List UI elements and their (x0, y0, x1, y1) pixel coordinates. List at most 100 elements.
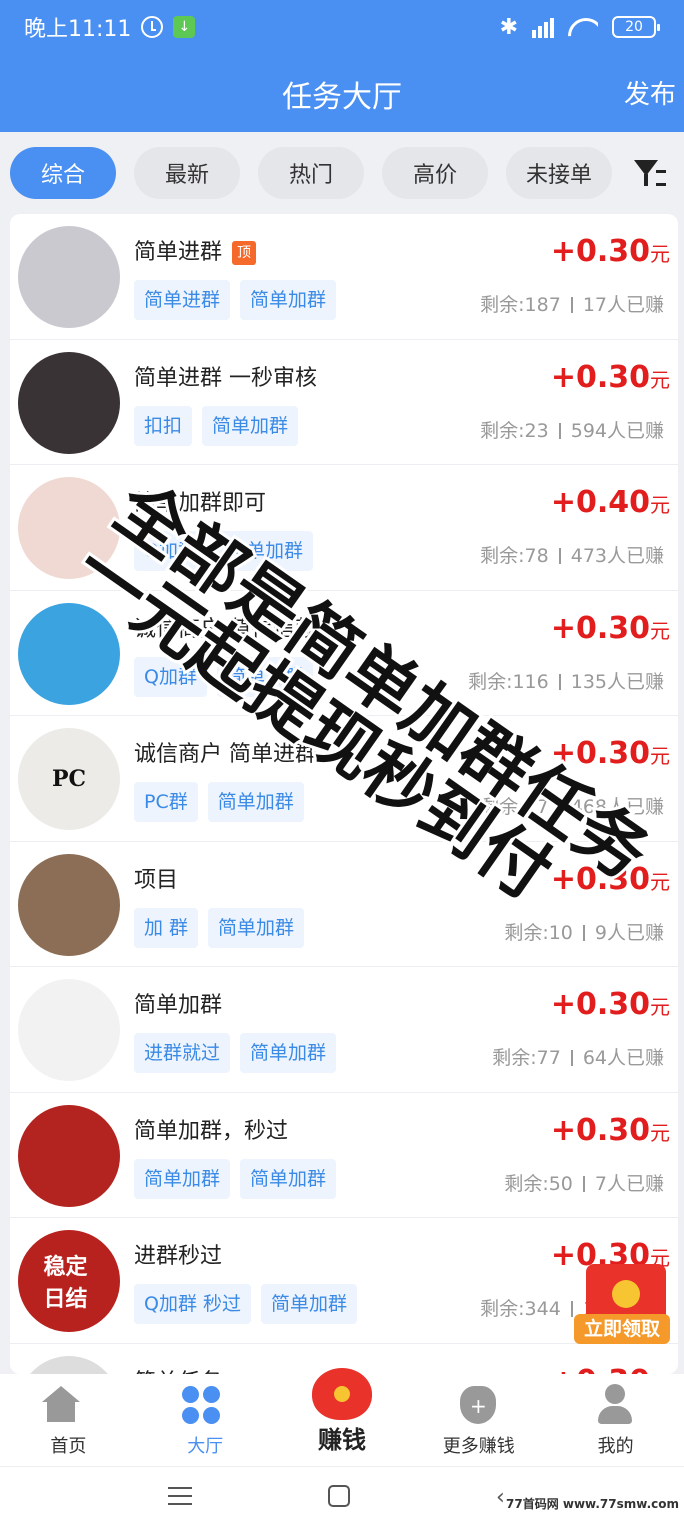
filter-chip-high-price[interactable]: 高价 (382, 147, 488, 199)
price-value: +0.30 (550, 234, 650, 269)
filter-chip-untaken[interactable]: 未接单 (506, 147, 612, 199)
stats-divider (558, 673, 561, 690)
earned-count: 17人已赚 (582, 294, 664, 316)
avatar (18, 351, 120, 454)
home-icon (42, 1386, 80, 1422)
task-tags: Q加群 简单加群 (134, 531, 313, 571)
task-title: 简单任务 (134, 1364, 222, 1375)
task-row[interactable]: 简单进群顶 +0.30元 简单进群 简单加群 剩余:187 17人已赚 (10, 214, 678, 340)
nav-earn[interactable]: 赚钱 (274, 1368, 411, 1466)
task-tag: Q加群 (134, 531, 207, 571)
remaining-count: 剩余:23 (480, 419, 549, 442)
avatar (18, 477, 120, 579)
price-unit: 元 (650, 242, 670, 266)
task-tag: 简单加群 (207, 782, 304, 822)
task-title: 进群秒过 (134, 1238, 222, 1270)
task-title-text: 进群秒过 (134, 1244, 223, 1269)
menu-icon[interactable] (168, 1487, 192, 1505)
bluetooth-icon: ✱ (499, 14, 518, 40)
earned-count: 7人已赚 (594, 1172, 664, 1195)
task-row[interactable]: 诚信商户 值得信赖 +0.30元 Q加群 简单加群 剩余:116 135人已赚 (10, 591, 678, 716)
task-stats: 剩余:77 468人已赚 (480, 792, 664, 819)
filter-chip-comprehensive[interactable]: 综合 (10, 147, 116, 199)
stats-divider (570, 1301, 573, 1317)
task-list: 简单进群顶 +0.30元 简单进群 简单加群 剩余:187 17人已赚 简单进群 一秒审核 +… (10, 214, 678, 1374)
task-stats: 剩余:78 473人已赚 (480, 541, 664, 568)
task-price: +0.30元 (551, 1113, 670, 1148)
filter-chip-latest[interactable]: 最新 (134, 147, 240, 199)
task-title: 简单加群，秒过 (134, 1113, 288, 1145)
signal-icon (532, 16, 554, 38)
nav-earn-label: 赚钱 (317, 1426, 366, 1454)
task-tags: 进群就过 简单加群 (134, 1033, 337, 1073)
filter-chip-hot[interactable]: 热门 (258, 147, 364, 199)
task-title-text: 简单加群 (134, 993, 223, 1018)
task-tags: 加 群简单加群 (134, 907, 305, 948)
task-title: 诚信商户 值得信赖 (134, 611, 317, 643)
task-row[interactable]: PC 诚信商户 简单进群 +0.30元 PC群 简单加群 剩余:77 468人已赚 (10, 716, 678, 842)
stats-divider (570, 297, 573, 313)
avatar (18, 1355, 120, 1374)
task-row[interactable]: 简单进群 一秒审核 +0.30元 扣扣 简单加群 剩余:23 594人已赚 (10, 340, 678, 465)
stats-divider (558, 422, 561, 439)
avatar (18, 979, 120, 1081)
nav-me-label: 我的 (597, 1436, 634, 1457)
money-bag-icon (311, 1368, 372, 1420)
nav-home-label: 首页 (50, 1436, 87, 1457)
nav-me[interactable]: 我的 (547, 1374, 684, 1466)
status-bar: 晚上11:11 ↓ ✱ 20 (24, 10, 660, 44)
remaining-count: 剩余:78 (480, 545, 549, 567)
task-stats: 剩余:50 7人已赚 (504, 1169, 664, 1196)
task-title-text: 简单进群 一秒审核 (134, 365, 317, 391)
task-tags: Q加群 简单加群 (134, 656, 313, 697)
price-unit: 元 (650, 1120, 670, 1145)
task-title: 项目 (134, 862, 178, 894)
task-row[interactable]: 项目 +0.30元加 群简单加群 剩余:10 9人已赚 (10, 842, 678, 967)
task-tags: 简单进群 简单加群 (134, 280, 337, 320)
price-unit: 元 (650, 869, 670, 894)
home-square-icon[interactable] (328, 1485, 350, 1507)
task-tag: 进群就过 (134, 1033, 231, 1073)
red-packet-button[interactable]: 立即领取 (574, 1264, 670, 1344)
page-title: 任务大厅 (282, 80, 402, 115)
nav-home[interactable]: 首页 (0, 1374, 137, 1466)
task-tags: 简单加群 简单加群 (134, 1158, 337, 1199)
back-icon[interactable]: ‹ (496, 1485, 505, 1510)
pinned-badge: 顶 (232, 241, 257, 265)
price-unit: 元 (650, 367, 670, 392)
nav-hall[interactable]: 大厅 (137, 1374, 274, 1466)
avatar (18, 602, 120, 705)
earned-count: 594人已赚 (570, 419, 664, 442)
avatar: 稳定日结 (18, 1230, 120, 1332)
price-unit: 元 (650, 744, 670, 768)
task-tag: 简单加群 (216, 656, 313, 697)
task-tag: 加 群 (134, 907, 199, 948)
task-tag: PC群 (134, 782, 198, 822)
task-row[interactable]: 简单加群，秒过 +0.30元简单加群 简单加群 剩余:50 7人已赚 (10, 1093, 678, 1218)
publish-button[interactable]: 发布 (624, 74, 676, 111)
filter-icon[interactable] (632, 156, 666, 190)
wifi-icon (568, 16, 598, 38)
avatar (18, 853, 120, 956)
task-title-text: 诚信商户 简单进群 (134, 742, 317, 767)
task-row[interactable]: 简单加群即可 +0.40元 Q加群 简单加群 剩余:78 473人已赚 (10, 465, 678, 591)
nav-more-earn-label: 更多赚钱 (442, 1436, 515, 1457)
task-row[interactable]: 简单加群 +0.30元 进群就过 简单加群 剩余:77 64人已赚 (10, 967, 678, 1093)
status-time: 晚上11:11 (24, 17, 132, 42)
avatar-text: PC (51, 766, 87, 792)
bottom-nav: 首页 大厅 赚钱 更多赚钱 我的 (0, 1368, 684, 1466)
task-tag: 简单加群 (240, 280, 337, 320)
remaining-count: 剩余:344 (480, 1298, 561, 1320)
nav-more-earn[interactable]: 更多赚钱 (410, 1374, 547, 1466)
task-tags: PC群 简单加群 (134, 782, 304, 822)
alarm-icon (141, 16, 164, 38)
task-price: +0.30元 (551, 360, 670, 395)
task-tags: Q加群 秒过 简单加群 (134, 1284, 358, 1324)
remaining-count: 剩余:10 (504, 921, 573, 944)
remaining-count: 剩余:187 (480, 294, 561, 316)
earned-count: 468人已赚 (570, 796, 664, 818)
task-price: +0.30元 (551, 736, 670, 771)
remaining-count: 剩余:77 (492, 1047, 561, 1069)
task-tag: 简单加群 (240, 1158, 337, 1199)
task-tag: Q加群 (134, 656, 207, 697)
